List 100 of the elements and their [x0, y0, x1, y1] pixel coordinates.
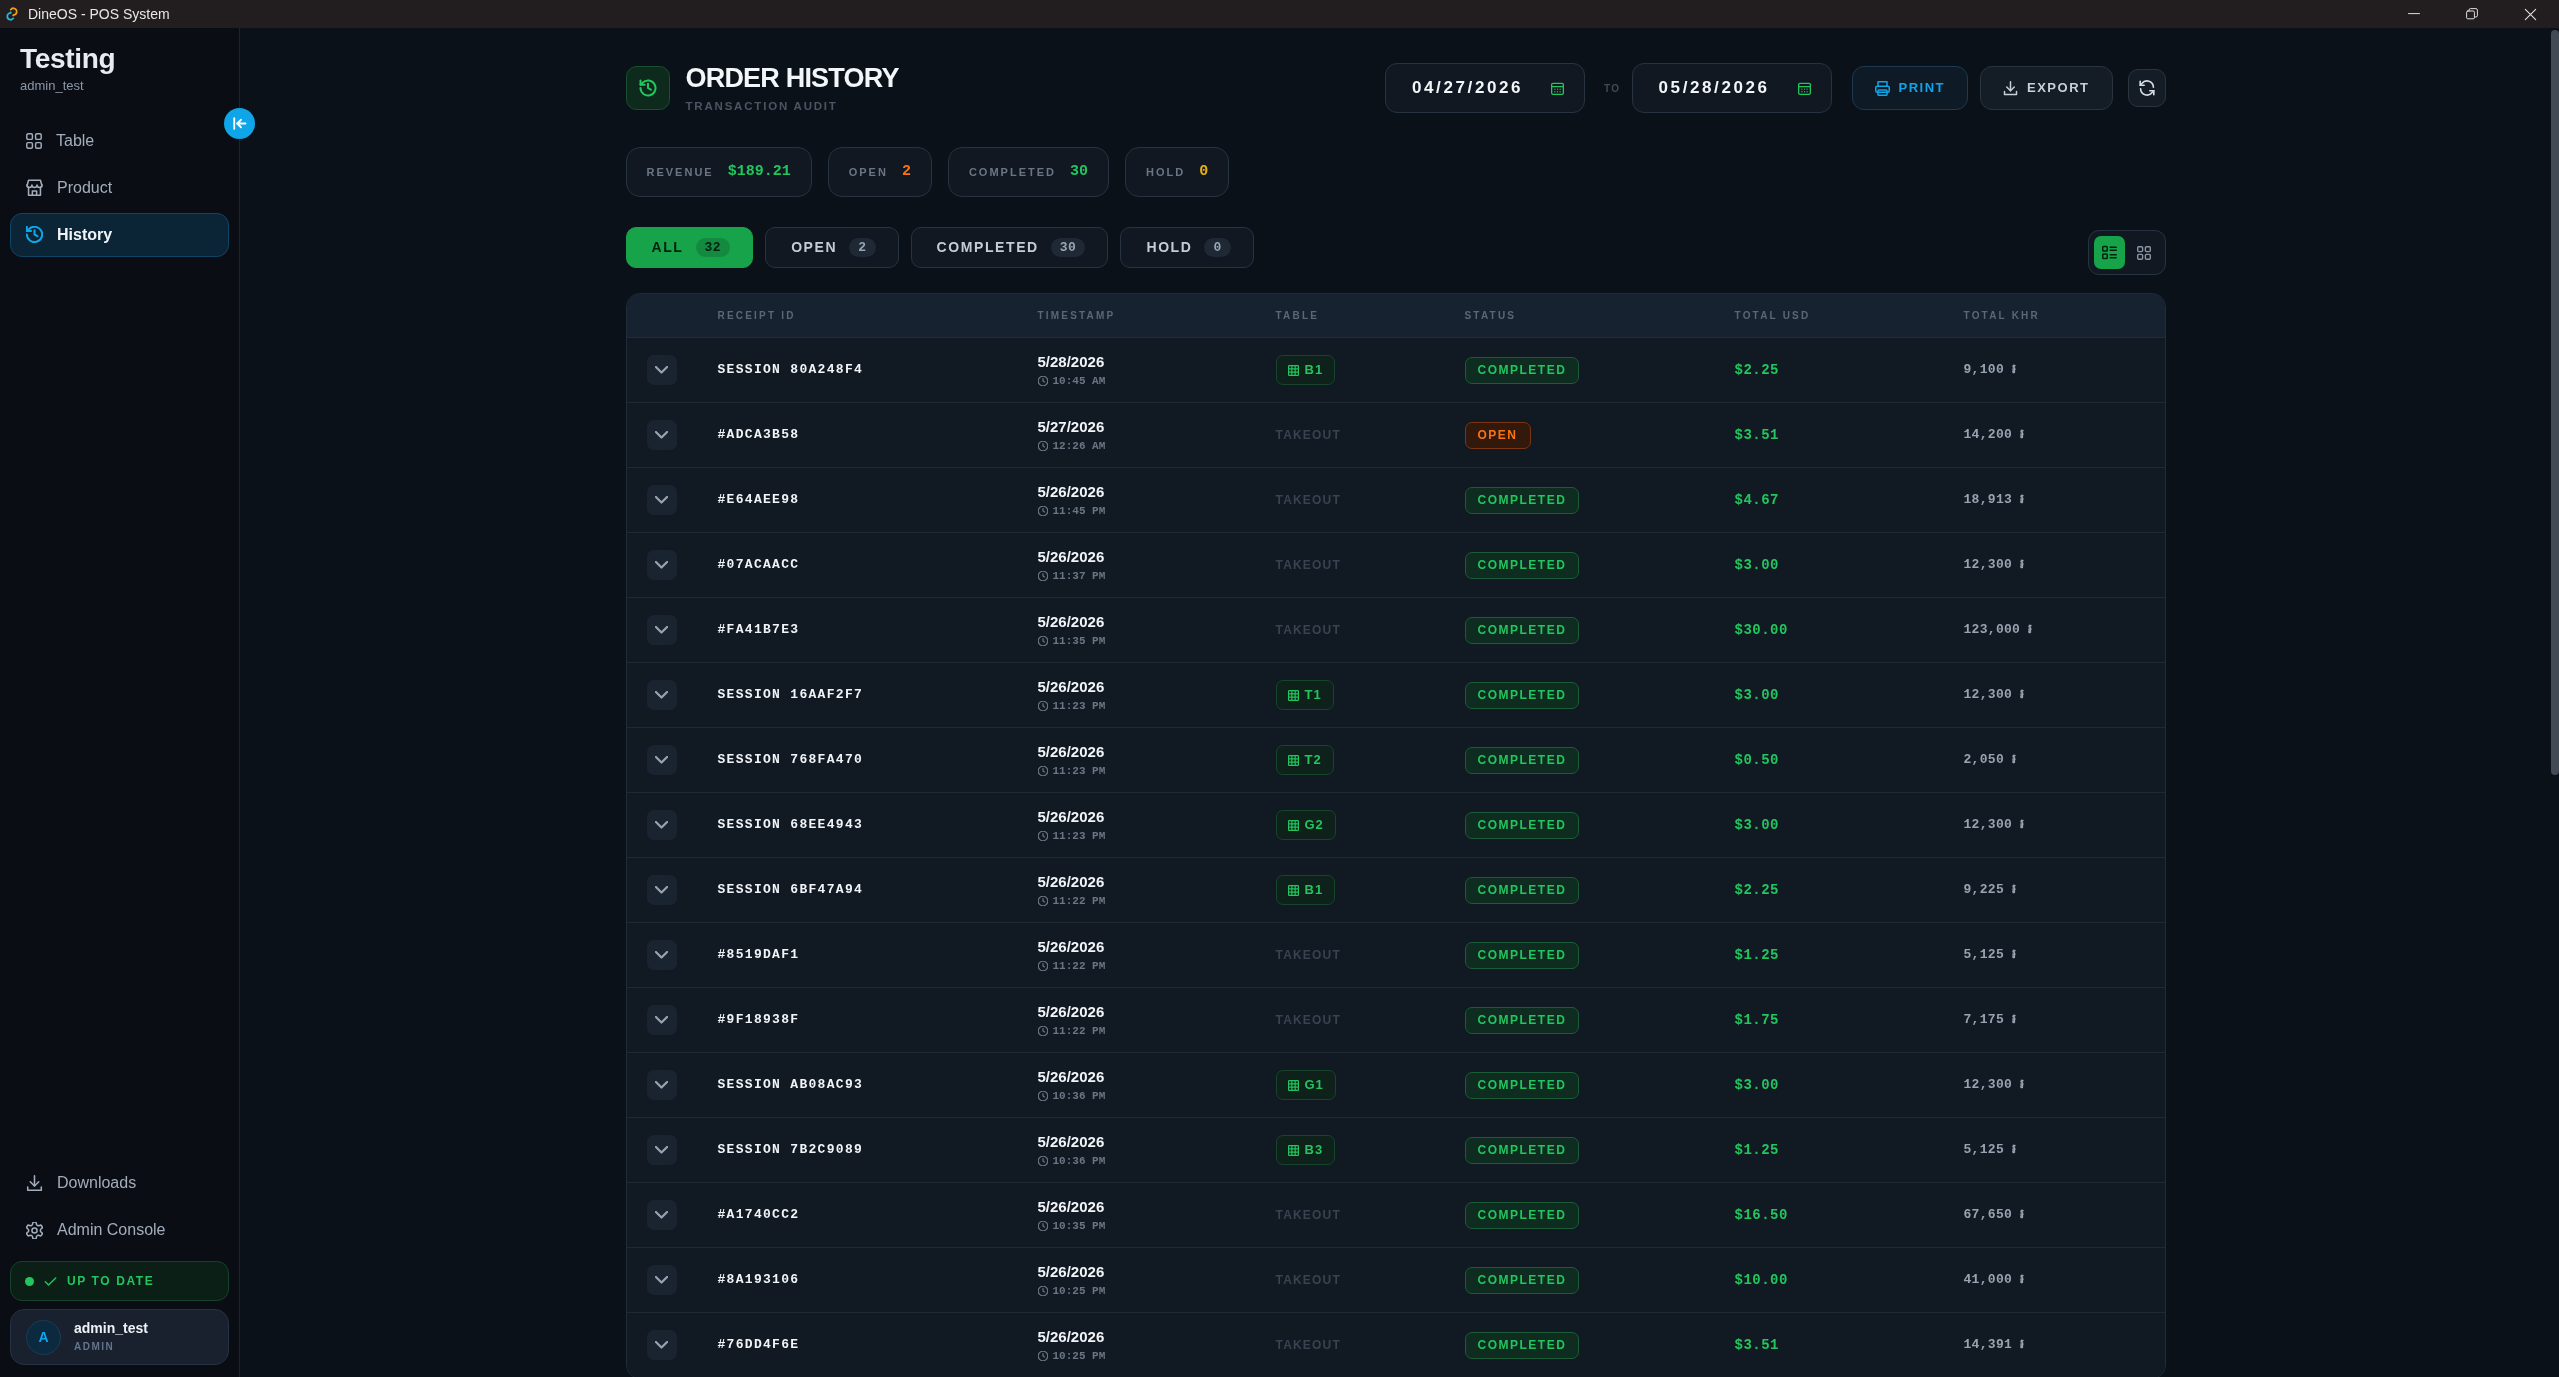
expand-button[interactable]	[646, 550, 677, 580]
expand-button[interactable]	[646, 420, 677, 450]
stat-value: $189.21	[727, 161, 791, 182]
expand-button[interactable]	[646, 680, 677, 710]
total-khr: 5,125 ៛	[1963, 1141, 2017, 1160]
order-date: 5/26/2026	[1037, 677, 1105, 696]
expand-button[interactable]	[646, 355, 677, 385]
window-title: DineOS - POS System	[28, 4, 170, 24]
order-date: 5/26/2026	[1037, 937, 1105, 956]
restore-icon	[2466, 8, 2478, 20]
status-tag: COMPLETED	[1464, 941, 1580, 969]
close-icon	[2523, 7, 2537, 21]
username-label: admin_test	[19, 76, 84, 94]
order-time: 11:23 PM	[1052, 828, 1106, 843]
minimize-icon	[2408, 13, 2420, 15]
column-header: STATUS	[1464, 309, 1517, 323]
sidebar-item[interactable]: Downloads	[10, 1161, 229, 1205]
date-field[interactable]: 05/28/2026	[1631, 63, 1832, 113]
order-date: 5/26/2026	[1037, 1262, 1105, 1281]
status-tag: COMPLETED	[1464, 1136, 1580, 1164]
order-date: 5/26/2026	[1037, 547, 1105, 566]
date-range-separator: TO	[1604, 81, 1621, 96]
grid-icon	[26, 132, 42, 149]
expand-button[interactable]	[646, 1135, 677, 1165]
sidebar-item[interactable]: History	[10, 212, 229, 257]
total-khr: 41,000 ៛	[1963, 1271, 2025, 1290]
date-field[interactable]: 04/27/2026	[1385, 63, 1585, 113]
page-subtitle: TRANSACTION AUDIT	[685, 99, 838, 113]
filter-tab[interactable]: ALL 32	[625, 227, 754, 268]
status-tag: COMPLETED	[1464, 616, 1580, 644]
order-time: 10:36 PM	[1052, 1153, 1106, 1168]
table-label: G1	[1304, 1076, 1324, 1095]
total-usd: $3.00	[1734, 555, 1779, 575]
column-header: TIMESTAMP	[1037, 309, 1116, 323]
refresh-button[interactable]	[2127, 69, 2166, 107]
export-button[interactable]: EXPORT	[1980, 66, 2113, 110]
expand-button[interactable]	[646, 1005, 677, 1035]
expand-button[interactable]	[646, 1265, 677, 1295]
table-label: B3	[1304, 1141, 1324, 1160]
filter-tab[interactable]: OPEN 2	[765, 227, 899, 268]
order-time: 11:22 PM	[1052, 893, 1106, 908]
expand-button[interactable]	[646, 485, 677, 515]
order-time: 10:36 PM	[1052, 1088, 1106, 1103]
table-label: B1	[1304, 361, 1324, 380]
expand-button[interactable]	[646, 810, 677, 840]
printer-icon	[1874, 80, 1890, 96]
total-khr: 12,300 ៛	[1963, 1076, 2025, 1095]
status-tag: COMPLETED	[1464, 1201, 1580, 1229]
calendar-icon	[1797, 81, 1811, 95]
order-time: 11:45 PM	[1052, 503, 1106, 518]
expand-button[interactable]	[646, 615, 677, 645]
total-khr: 14,391 ៛	[1963, 1336, 2025, 1355]
order-date: 5/26/2026	[1037, 1002, 1105, 1021]
total-khr: 9,225 ៛	[1963, 881, 2017, 900]
receipt-id: SESSION 68EE4943	[717, 816, 864, 835]
order-date: 5/26/2026	[1037, 612, 1105, 631]
column-header: TOTAL KHR	[1963, 309, 2040, 323]
receipt-id: #FA41B7E3	[717, 621, 800, 640]
tab-count: 0	[1204, 238, 1231, 257]
expand-button[interactable]	[646, 940, 677, 970]
expand-button[interactable]	[646, 1200, 677, 1230]
stat-label: OPEN	[848, 164, 888, 180]
sidebar-item[interactable]: Product	[10, 165, 229, 210]
collapse-sidebar-button[interactable]	[224, 108, 255, 139]
order-date: 5/26/2026	[1037, 482, 1105, 501]
receipt-id: #E64AEE98	[717, 491, 800, 510]
receipt-id: SESSION 16AAF2F7	[717, 686, 864, 705]
total-khr: 18,913 ៛	[1963, 491, 2025, 510]
status-tag: COMPLETED	[1464, 876, 1580, 904]
total-usd: $10.00	[1734, 1270, 1788, 1290]
user-role: ADMIN	[74, 1340, 116, 1354]
table-grid-icon	[1287, 754, 1299, 766]
print-button[interactable]: PRINT	[1851, 66, 1969, 110]
history-icon	[26, 226, 43, 244]
expand-button[interactable]	[646, 1330, 677, 1360]
expand-button[interactable]	[646, 745, 677, 775]
total-usd: $30.00	[1734, 620, 1788, 640]
expand-button[interactable]	[646, 1070, 677, 1100]
filter-tab[interactable]: COMPLETED 30	[910, 227, 1109, 268]
expand-button[interactable]	[646, 875, 677, 905]
table-grid-icon	[1287, 1144, 1299, 1156]
status-tag: COMPLETED	[1464, 1266, 1580, 1294]
filter-tab[interactable]: HOLD 0	[1120, 227, 1254, 268]
receipt-id: SESSION AB08AC93	[717, 1076, 864, 1095]
table-grid-icon	[1287, 364, 1299, 376]
order-date: 5/26/2026	[1037, 742, 1105, 761]
clock-icon	[1037, 1155, 1048, 1166]
receipt-id: #8A193106	[717, 1271, 800, 1290]
refresh-icon	[2138, 80, 2155, 96]
order-time: 12:26 AM	[1052, 438, 1106, 453]
clock-icon	[1037, 1350, 1048, 1361]
user-card[interactable]: A admin_test ADMIN	[10, 1309, 229, 1365]
status-tag: COMPLETED	[1464, 746, 1580, 774]
table-label: G2	[1304, 816, 1324, 835]
scrollbar-thumb[interactable]	[2551, 30, 2559, 775]
receipt-id: SESSION 7B2C9089	[717, 1141, 864, 1160]
sidebar-item[interactable]: Admin Console	[10, 1208, 229, 1252]
clock-icon	[1037, 960, 1048, 971]
sidebar-item[interactable]: Table	[10, 118, 229, 163]
list-view-button[interactable]	[2093, 236, 2125, 269]
